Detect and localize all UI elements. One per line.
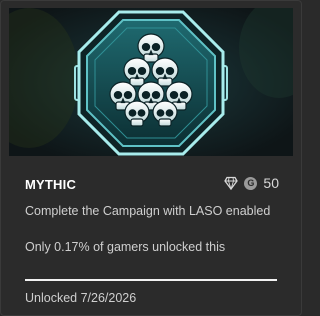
skull-pyramid-badge-icon (9, 8, 293, 156)
gamerscore-icon: G (244, 176, 258, 190)
achievement-rarity: Only 0.17% of gamers unlocked this (25, 240, 226, 254)
achievement-card[interactable]: MYTHIC G 50 Complete the Campaign with L… (0, 0, 302, 316)
achievement-title: MYTHIC (25, 177, 77, 192)
gamerscore-value: 50 (263, 175, 279, 191)
gem-icon (224, 176, 239, 190)
achievement-description: Complete the Campaign with LASO enabled (25, 204, 271, 218)
reward-info: G 50 (224, 175, 279, 191)
unlocked-date: Unlocked 7/26/2026 (25, 291, 137, 305)
progress-bar (25, 279, 277, 281)
achievement-header: MYTHIC G 50 (25, 175, 279, 195)
progress-bar-fill (25, 279, 277, 281)
achievement-artwork (9, 8, 293, 156)
